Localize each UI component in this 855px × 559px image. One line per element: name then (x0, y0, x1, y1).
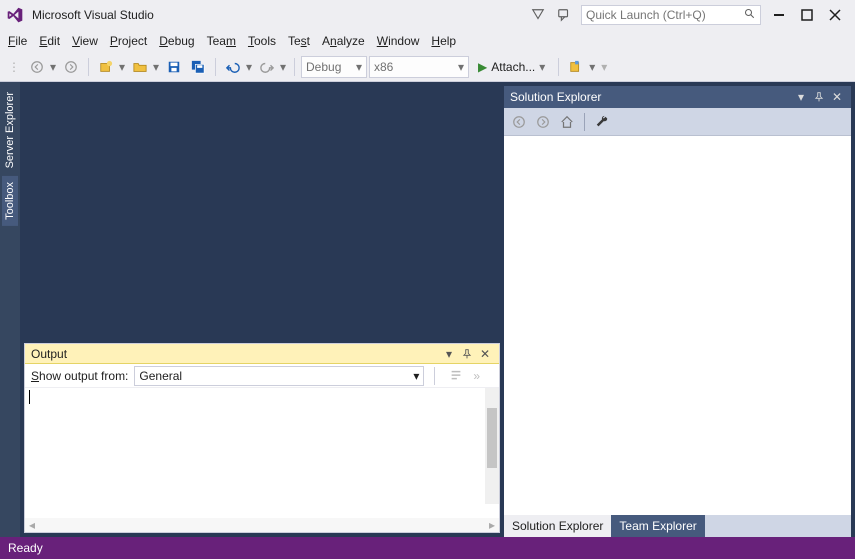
start-label: Attach... (491, 60, 535, 74)
chevron-down-icon: ▾ (278, 56, 288, 78)
solution-config-combo[interactable]: Debug ▾ (301, 56, 367, 78)
show-output-from-label: Show output from: (31, 369, 128, 383)
text-cursor (29, 390, 30, 404)
redo-button[interactable]: ▾ (256, 56, 288, 78)
maximize-button[interactable] (795, 3, 819, 27)
combo-label: General (139, 369, 413, 383)
find-in-files-button[interactable]: ▾ (565, 56, 597, 78)
status-bar: Ready (0, 537, 855, 559)
quick-launch-field[interactable] (586, 8, 744, 22)
tab-solution-explorer[interactable]: Solution Explorer (504, 515, 611, 537)
window-position-icon[interactable]: ▾ (441, 346, 457, 362)
tab-team-explorer[interactable]: Team Explorer (611, 515, 704, 537)
nav-back-button[interactable]: ▾ (26, 56, 58, 78)
output-title-bar[interactable]: Output ▾ ✕ (25, 344, 499, 364)
combo-label: Debug (306, 60, 350, 74)
output-text-area[interactable] (25, 388, 499, 518)
chevron-down-icon: ▾ (587, 56, 597, 78)
solution-platform-combo[interactable]: x86 ▾ (369, 56, 469, 78)
menu-project[interactable]: Project (110, 34, 147, 48)
menu-bar: File Edit View Project Debug Team Tools … (0, 30, 855, 52)
menu-team[interactable]: Team (207, 34, 236, 48)
close-icon[interactable]: ✕ (829, 89, 845, 105)
solution-explorer-tabs: Solution Explorer Team Explorer (504, 515, 851, 537)
menu-file[interactable]: File (8, 34, 27, 48)
solution-tree[interactable] (504, 136, 851, 515)
output-pane: Output ▾ ✕ Show output from: General ▾ » (24, 343, 500, 533)
pane-title: Solution Explorer (510, 90, 791, 104)
close-button[interactable] (823, 3, 847, 27)
tab-server-explorer[interactable]: Server Explorer (2, 86, 18, 174)
scroll-right-icon[interactable]: ▸ (489, 518, 495, 532)
left-dock-tabs: Server Explorer Toolbox (0, 82, 20, 537)
title-bar: Microsoft Visual Studio (0, 0, 855, 30)
menu-test[interactable]: Test (288, 34, 310, 48)
toolbar-grip-icon: ⋮ (8, 60, 20, 74)
find-message-button[interactable] (445, 365, 467, 387)
nav-forward-button[interactable] (60, 56, 82, 78)
standard-toolbar: ⋮ ▾ ▾ ▾ ▾ ▾ Debug ▾ x86 ▾ ▶ Attach... ▾ … (0, 52, 855, 82)
menu-window[interactable]: Window (377, 34, 420, 48)
vs-logo-icon (6, 6, 24, 24)
scroll-left-icon[interactable]: ◂ (29, 518, 35, 532)
menu-tools[interactable]: Tools (248, 34, 276, 48)
solution-explorer-header[interactable]: Solution Explorer ▾ ✕ (504, 86, 851, 108)
output-toolbar: Show output from: General ▾ » (25, 364, 499, 388)
save-all-button[interactable] (187, 56, 209, 78)
scroll-thumb[interactable] (487, 408, 497, 468)
notifications-icon[interactable] (529, 6, 547, 24)
open-file-button[interactable]: ▾ (129, 56, 161, 78)
new-project-button[interactable]: ▾ (95, 56, 127, 78)
chevron-down-icon: ▾ (539, 60, 545, 74)
chevron-down-icon: ▾ (244, 56, 254, 78)
menu-help[interactable]: Help (431, 34, 456, 48)
chevron-down-icon: ▾ (413, 369, 419, 383)
forward-icon[interactable] (534, 113, 552, 131)
menu-edit[interactable]: Edit (39, 34, 60, 48)
main-area: Server Explorer Toolbox Output ▾ ✕ Show … (0, 82, 855, 537)
horizontal-scrollbar[interactable]: ◂ ▸ (25, 518, 499, 532)
window-position-icon[interactable]: ▾ (793, 89, 809, 105)
menu-debug[interactable]: Debug (159, 34, 194, 48)
vertical-scrollbar[interactable] (485, 388, 499, 504)
save-button[interactable] (163, 56, 185, 78)
start-debug-button[interactable]: ▶ Attach... ▾ (471, 56, 552, 78)
chevron-down-icon: ▾ (356, 60, 362, 74)
play-icon: ▶ (478, 60, 487, 74)
status-text: Ready (8, 541, 43, 555)
output-title: Output (31, 347, 439, 361)
pin-icon[interactable] (459, 346, 475, 362)
back-icon[interactable] (510, 113, 528, 131)
home-icon[interactable] (558, 113, 576, 131)
quick-launch-input[interactable] (581, 5, 761, 25)
chevron-down-icon: ▾ (458, 60, 464, 74)
overflow-icon[interactable]: ▾ (601, 60, 607, 74)
combo-label: x86 (374, 60, 452, 74)
chevron-down-icon: ▾ (151, 56, 161, 78)
chevron-down-icon: ▾ (48, 56, 58, 78)
minimize-button[interactable] (767, 3, 791, 27)
close-icon[interactable]: ✕ (477, 346, 493, 362)
menu-analyze[interactable]: Analyze (322, 34, 365, 48)
solution-explorer-pane: Solution Explorer ▾ ✕ Solution Explorer … (504, 86, 851, 537)
menu-view[interactable]: View (72, 34, 98, 48)
pin-icon[interactable] (811, 89, 827, 105)
undo-button[interactable]: ▾ (222, 56, 254, 78)
app-title: Microsoft Visual Studio (32, 8, 154, 22)
tab-toolbox[interactable]: Toolbox (2, 176, 18, 226)
solution-explorer-toolbar (504, 108, 851, 136)
feedback-icon[interactable] (555, 6, 573, 24)
output-source-combo[interactable]: General ▾ (134, 366, 424, 386)
properties-icon[interactable] (593, 113, 611, 131)
editor-area (20, 82, 504, 339)
search-icon (744, 8, 756, 23)
center-column: Output ▾ ✕ Show output from: General ▾ » (20, 82, 504, 537)
overflow-icon[interactable]: » (473, 369, 480, 383)
chevron-down-icon: ▾ (117, 56, 127, 78)
